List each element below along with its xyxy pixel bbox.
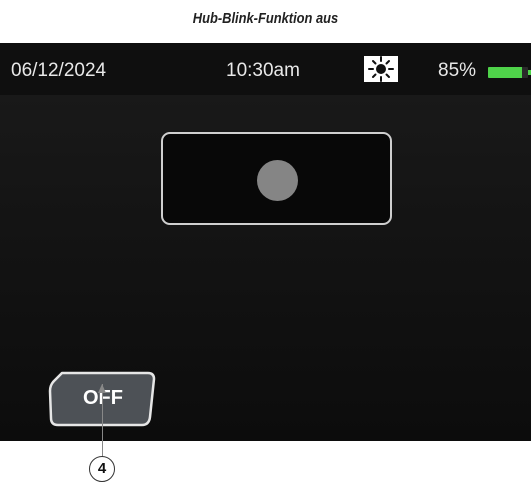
callout-number-4: 4 [89,456,115,482]
status-date: 06/12/2024 [11,60,107,81]
status-bar: 06/12/2024 10:30am 85% [0,43,531,95]
status-time: 10:30am [226,60,300,81]
callout-leader-line [102,384,103,458]
battery-percent: 85% [438,60,477,81]
figure-caption: Hub-Blink-Funktion aus [192,10,339,27]
sun-icon [364,56,398,82]
device-screen: 06/12/2024 10:30am 85% OFF [0,43,531,441]
off-softkey-button[interactable]: OFF [48,371,158,427]
hub-blink-indicator-dot [257,160,298,201]
hub-blink-indicator-frame [161,132,392,225]
battery-icon [488,67,528,78]
callout-arrow-icon [98,384,106,393]
